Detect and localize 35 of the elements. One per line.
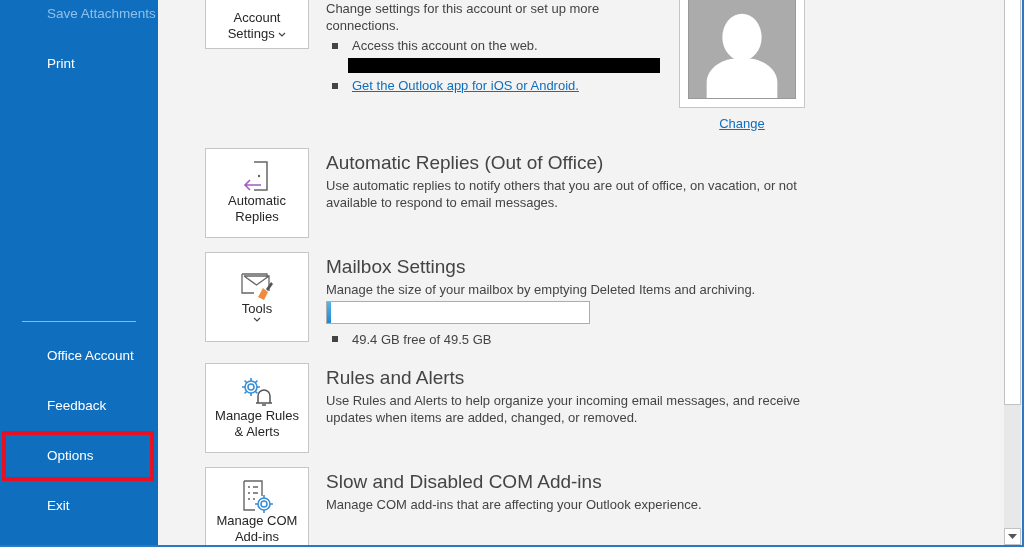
section-title: Slow and Disabled COM Add-ins — [326, 470, 603, 494]
section-title: Rules and Alerts — [326, 366, 466, 390]
section-description: Manage COM add-ins that are affecting your Outlook experience. — [326, 496, 703, 513]
bullet-text: Access this account on the web. — [352, 37, 538, 54]
sidebar-item[interactable]: Options — [2, 431, 154, 481]
list-gear-icon — [241, 479, 273, 513]
section-title: Automatic Replies (Out of Office) — [326, 150, 605, 175]
section-button[interactable]: Automatic Replies — [205, 147, 309, 238]
account-settings-button[interactable]: Account Settings — [205, 0, 309, 49]
section-button[interactable]: Manage COM Add-ins — [205, 467, 309, 545]
envelope-brush-icon — [240, 271, 274, 301]
caret-icon — [278, 32, 287, 38]
section-description: Use Rules and Alerts to help organize your incoming email messages, and receive updates when items are added, changed, or removed. — [326, 392, 802, 426]
account-description: Change settings for this account or set up more connections. — [326, 0, 601, 34]
sidebar-item[interactable]: Feedback — [2, 381, 154, 431]
scrollbar-thumb[interactable] — [1004, 0, 1021, 405]
section-button[interactable]: Manage Rules & Alerts — [205, 363, 309, 453]
sidebar-item[interactable]: Print — [2, 39, 154, 89]
bullet-icon — [332, 42, 338, 49]
down-arrow-icon — [1008, 534, 1017, 539]
gear-bell-icon — [240, 376, 274, 408]
section-button[interactable]: Tools — [205, 251, 309, 342]
sidebar-item[interactable]: Office Account — [2, 331, 154, 381]
storage-reading: 49.4 GB free of 49.5 GB — [352, 330, 492, 349]
section-title: Mailbox Settings — [326, 254, 467, 279]
bullet-icon — [332, 82, 338, 89]
scroll-down-button[interactable] — [1004, 528, 1021, 545]
bullet-icon — [332, 336, 338, 343]
section-description: Use automatic replies to notify others that you are out of office, on vacation, or not available to respond to email messages. — [326, 176, 798, 211]
change-photo-link[interactable]: Change — [719, 114, 765, 134]
sidebar-item[interactable]: Exit — [2, 481, 154, 531]
app-download-link[interactable]: Get the Outlook app for iOS or Android. — [352, 77, 579, 94]
section-description: Manage the size of your mailbox by emptying Deleted Items and archiving. — [326, 280, 757, 298]
scrollbar[interactable] — [1004, 0, 1021, 545]
caret-icon — [253, 317, 261, 322]
